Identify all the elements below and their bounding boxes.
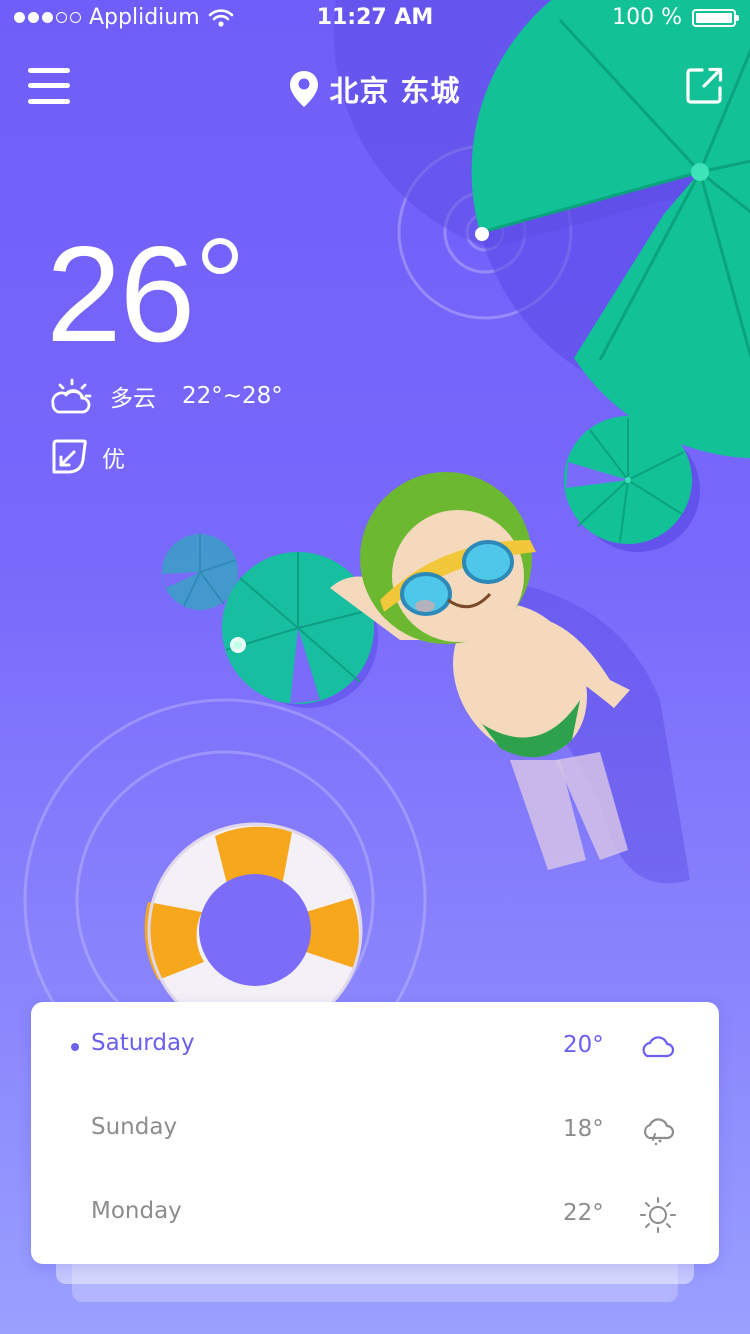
forecast-card: Saturday 20° Sunday 18° Monday 22°	[31, 1002, 719, 1264]
forecast-temp: 20°	[563, 1032, 604, 1058]
battery-icon	[692, 8, 739, 27]
location-selector[interactable]: 北京 东城	[0, 68, 750, 110]
forecast-row-monday[interactable]: Monday 22°	[31, 1174, 719, 1244]
status-bar: Applidium 11:27 AM 100 %	[0, 0, 750, 40]
forecast-row-sunday[interactable]: Sunday 18°	[31, 1090, 719, 1160]
current-temperature: 26	[46, 226, 238, 366]
sun-icon	[640, 1197, 676, 1233]
share-icon[interactable]	[686, 66, 724, 104]
temperature-range: 22°~28°	[182, 383, 283, 409]
small-lily-pad	[162, 534, 238, 610]
forecast-day: Saturday	[91, 1030, 195, 1056]
degree-symbol	[202, 238, 238, 274]
swimmer-character	[330, 472, 630, 870]
condition-text: 多云	[110, 386, 156, 412]
battery-percent: 100 %	[612, 5, 682, 30]
forecast-temp: 22°	[563, 1200, 604, 1226]
condition-row: 多云 22°~28°	[50, 376, 283, 416]
map-pin-icon	[290, 71, 319, 107]
leaf-icon	[52, 439, 87, 474]
partly-cloudy-icon	[51, 378, 92, 414]
temperature-value: 26	[46, 218, 195, 370]
forecast-day: Monday	[91, 1198, 182, 1224]
location-label: 北京 东城	[329, 74, 461, 108]
forecast-row-saturday[interactable]: Saturday 20°	[31, 1006, 719, 1076]
rain-cloud-icon	[643, 1118, 675, 1146]
forecast-temp: 18°	[563, 1116, 604, 1142]
cloud-icon	[642, 1036, 675, 1058]
lily-pad-left	[222, 552, 378, 708]
air-quality-text: 优	[102, 447, 125, 473]
status-bar-right: 100 %	[612, 5, 739, 30]
forecast-day: Sunday	[91, 1114, 178, 1140]
active-day-indicator	[71, 1043, 79, 1051]
air-quality-row: 优	[50, 438, 125, 476]
